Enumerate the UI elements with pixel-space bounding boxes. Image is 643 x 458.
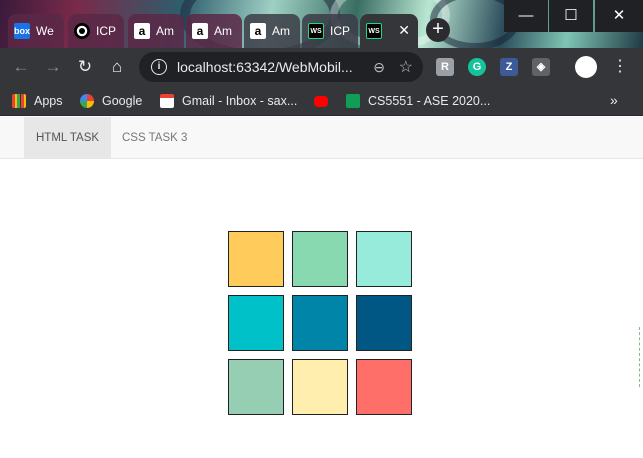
shield-extension-icon[interactable]: ◈: [532, 58, 550, 76]
web-page: HTML TASK CSS TASK 3: [0, 117, 643, 458]
color-swatch: [228, 359, 284, 415]
menu-icon[interactable]: ⋮: [612, 56, 628, 76]
browser-toolbar: ← → ↻ ⌂ i localhost:63342/WebMobil... ⊖ …: [0, 48, 643, 86]
bookmark-label: Google: [102, 94, 143, 108]
page-edge-marker: [639, 327, 643, 387]
bookmark-apps[interactable]: Apps: [12, 92, 63, 110]
browser-tab[interactable]: a Am: [128, 14, 184, 48]
nav-css-task-3[interactable]: CSS TASK 3: [110, 117, 199, 159]
forward-button[interactable]: →: [40, 54, 66, 80]
amazon-icon: a: [192, 23, 208, 39]
color-swatch: [356, 295, 412, 351]
bookmark-youtube[interactable]: [314, 92, 336, 110]
bookmark-label: Gmail - Inbox - sax...: [182, 94, 298, 108]
site-info-icon[interactable]: i: [151, 59, 167, 75]
color-swatch: [292, 359, 348, 415]
webstorm-icon: WS: [366, 23, 382, 39]
amazon-icon: a: [134, 23, 150, 39]
google-icon: [80, 94, 94, 108]
window-close-button[interactable]: ✕: [595, 0, 643, 32]
browser-tab[interactable]: ICP: [68, 14, 124, 48]
browser-tab[interactable]: box We: [8, 14, 64, 48]
bookmarks-bar: Apps Google Gmail - Inbox - sax... CS555…: [0, 86, 643, 116]
grammarly-icon[interactable]: G: [468, 58, 486, 76]
zotero-icon[interactable]: Z: [500, 58, 518, 76]
browser-tab[interactable]: a Am: [244, 14, 300, 48]
tab-title: We: [36, 24, 54, 38]
color-swatch: [356, 359, 412, 415]
maximize-button[interactable]: ☐: [549, 0, 593, 32]
browser-tab-strip: box We ICP a Am a Am a Am WS ICP WS ✕ + …: [0, 0, 643, 48]
bookmark-gmail[interactable]: Gmail - Inbox - sax...: [160, 92, 297, 110]
github-icon: [74, 23, 90, 39]
address-bar[interactable]: i localhost:63342/WebMobil... ⊖ ☆: [139, 52, 423, 82]
minimize-button[interactable]: —: [504, 0, 548, 32]
color-swatch: [356, 231, 412, 287]
tab-title: ICP: [330, 24, 351, 38]
color-grid: [228, 231, 412, 415]
bookmark-google[interactable]: Google: [80, 92, 142, 110]
apps-grid-icon: [12, 94, 26, 108]
youtube-icon: [314, 95, 328, 107]
browser-tab[interactable]: a Am: [186, 14, 242, 48]
profile-avatar[interactable]: [575, 56, 597, 78]
tab-title: Am: [156, 24, 174, 38]
navbar: HTML TASK CSS TASK 3: [0, 117, 643, 159]
nav-html-task[interactable]: HTML TASK: [24, 117, 112, 159]
color-swatch: [228, 295, 284, 351]
color-swatch: [228, 231, 284, 287]
bookmarks-overflow-button[interactable]: »: [610, 92, 618, 108]
amazon-icon: a: [250, 23, 266, 39]
close-tab-icon[interactable]: ✕: [398, 22, 410, 39]
bookmark-label: Apps: [34, 94, 63, 108]
browser-tab[interactable]: WS ICP: [302, 14, 358, 48]
bookmark-label: CS5551 - ASE 2020...: [368, 94, 491, 108]
home-button[interactable]: ⌂: [104, 54, 130, 80]
back-button[interactable]: ←: [8, 54, 34, 80]
color-swatch: [292, 295, 348, 351]
tab-title: ICP: [96, 24, 117, 38]
gmail-icon: [160, 94, 174, 108]
webstorm-icon: WS: [308, 23, 324, 39]
url-text[interactable]: localhost:63342/WebMobil...: [177, 59, 357, 75]
tab-title: Am: [272, 24, 290, 38]
tab-title: Am: [214, 24, 232, 38]
color-swatch: [292, 231, 348, 287]
bookmark-star-icon[interactable]: ☆: [399, 57, 413, 77]
reload-button[interactable]: ↻: [72, 54, 98, 80]
bookmark-classroom[interactable]: CS5551 - ASE 2020...: [346, 92, 490, 110]
new-tab-button[interactable]: +: [426, 18, 450, 42]
box-icon: box: [14, 23, 30, 39]
browser-tab-active[interactable]: WS ✕: [360, 14, 418, 48]
zoom-icon[interactable]: ⊖: [373, 59, 385, 76]
classroom-icon: [346, 94, 360, 108]
reader-extension-icon[interactable]: R: [436, 58, 454, 76]
